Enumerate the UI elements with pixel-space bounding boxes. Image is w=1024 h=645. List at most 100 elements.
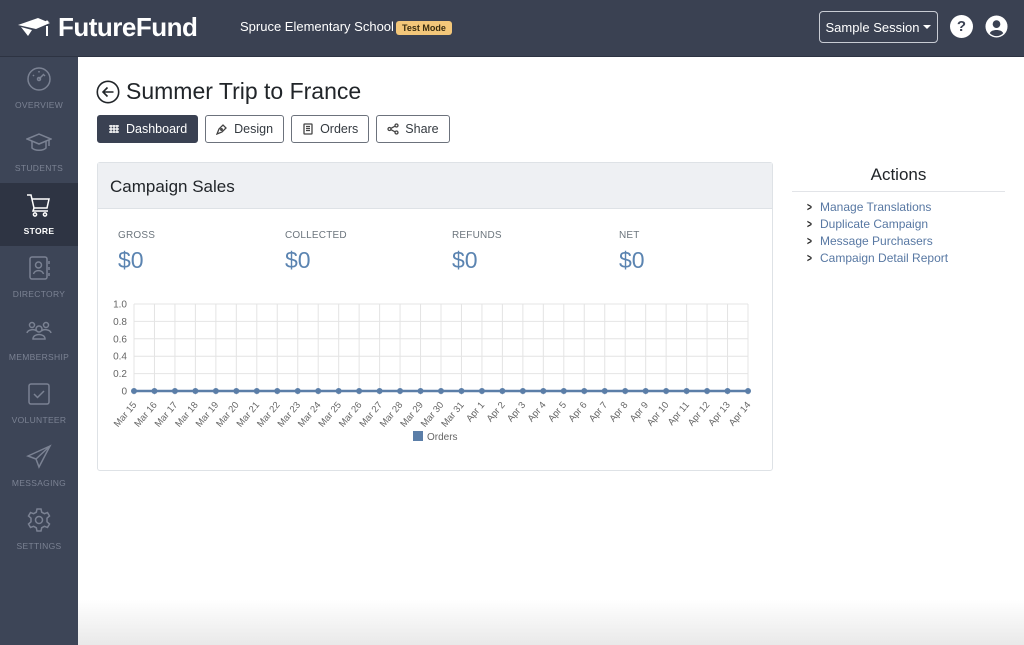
data-point bbox=[356, 388, 363, 394]
legend-swatch bbox=[413, 431, 423, 441]
page-header: Summer Trip to France bbox=[96, 78, 361, 105]
share-nodes-icon bbox=[387, 123, 399, 135]
chevron-right-icon: > bbox=[807, 217, 812, 231]
help-icon[interactable]: ? bbox=[950, 15, 973, 38]
chevron-right-icon: > bbox=[807, 200, 812, 214]
campaign-sales-card: Campaign Sales GROSS $0 COLLECTED $0 REF… bbox=[97, 162, 773, 471]
tab-dashboard[interactable]: Dashboard bbox=[97, 115, 199, 143]
stat-refunds: REFUNDS $0 bbox=[452, 230, 502, 273]
message-purchasers-link[interactable]: Message Purchasers bbox=[820, 233, 933, 250]
actions-title: Actions bbox=[792, 165, 1005, 192]
data-point bbox=[417, 388, 424, 394]
receipt-icon bbox=[303, 123, 313, 135]
page-title: Summer Trip to France bbox=[126, 78, 362, 104]
data-point bbox=[642, 388, 649, 394]
x-tick-label: Apr 14 bbox=[727, 400, 753, 429]
x-tick-label: Apr 3 bbox=[505, 400, 528, 424]
data-point bbox=[131, 388, 137, 394]
manage-translations-link[interactable]: Manage Translations bbox=[820, 199, 931, 216]
sidebar-item-volunteer[interactable]: VOLUNTEER bbox=[0, 372, 78, 435]
sidebar-item-students[interactable]: STUDENTS bbox=[0, 120, 78, 183]
paper-plane-icon bbox=[26, 444, 52, 469]
data-point bbox=[151, 388, 158, 394]
top-navbar: FutureFund Spruce Elementary School Test… bbox=[0, 0, 1024, 57]
session-dropdown-button[interactable]: Sample Session bbox=[819, 11, 938, 43]
data-point bbox=[171, 388, 178, 394]
brand-logo[interactable]: FutureFund bbox=[16, 12, 198, 43]
y-tick-label: 0.2 bbox=[113, 369, 127, 380]
stat-gross: GROSS $0 bbox=[118, 230, 156, 273]
campaign-detail-report-link[interactable]: Campaign Detail Report bbox=[820, 250, 948, 267]
tab-orders[interactable]: Orders bbox=[291, 115, 370, 143]
data-point bbox=[560, 388, 567, 394]
group-icon bbox=[26, 321, 52, 340]
data-point bbox=[294, 388, 301, 394]
action-item: > Message Purchasers bbox=[806, 233, 1005, 250]
stat-net: NET $0 bbox=[619, 230, 645, 273]
action-item: > Campaign Detail Report bbox=[806, 250, 1005, 267]
x-tick-label: Apr 1 bbox=[464, 400, 487, 424]
x-tick-label: Mar 31 bbox=[439, 400, 466, 430]
brand-name: FutureFund bbox=[58, 12, 198, 42]
x-tick-label: Apr 8 bbox=[607, 400, 630, 424]
data-point bbox=[212, 388, 219, 394]
x-tick-label: Apr 7 bbox=[587, 400, 610, 424]
legend-label: Orders bbox=[427, 432, 458, 443]
cart-icon bbox=[27, 194, 50, 217]
orders-line-chart: 00.20.40.60.81.0Mar 15Mar 16Mar 17Mar 18… bbox=[112, 300, 753, 444]
user-account-icon[interactable] bbox=[985, 15, 1008, 38]
x-tick-label: Apr 4 bbox=[526, 400, 549, 424]
data-point bbox=[274, 388, 281, 394]
sidebar-item-store[interactable]: STORE bbox=[0, 183, 78, 246]
data-point bbox=[499, 388, 506, 394]
test-mode-badge: Test Mode bbox=[396, 21, 452, 35]
data-point bbox=[335, 388, 342, 394]
sidebar-item-membership[interactable]: MEMBERSHIP bbox=[0, 309, 78, 372]
data-point bbox=[581, 388, 588, 394]
session-label: Sample Session bbox=[825, 19, 920, 35]
campaign-tabs: Dashboard Design Orders Share bbox=[97, 115, 457, 143]
action-item: > Manage Translations bbox=[806, 199, 1005, 216]
actions-panel: Actions > Manage Translations > Duplicate … bbox=[792, 165, 1005, 267]
sidebar-item-settings[interactable]: SETTINGS bbox=[0, 498, 78, 561]
pen-nib-icon bbox=[216, 124, 228, 135]
caret-down-icon bbox=[923, 25, 932, 29]
card-title: Campaign Sales bbox=[98, 163, 772, 209]
graduation-cap-logo-icon bbox=[18, 17, 50, 38]
data-point bbox=[397, 388, 404, 394]
stat-collected: COLLECTED $0 bbox=[285, 230, 347, 273]
sidebar: OVERVIEW STUDENTS STORE DIRECTORY MEMBER… bbox=[0, 57, 78, 645]
x-tick-label: Apr 5 bbox=[546, 400, 569, 424]
chevron-right-icon: > bbox=[807, 251, 812, 265]
data-point bbox=[478, 388, 485, 394]
contact-book-icon bbox=[29, 256, 50, 280]
tab-share[interactable]: Share bbox=[376, 115, 450, 143]
checkbox-icon bbox=[28, 383, 50, 405]
y-tick-label: 0.6 bbox=[113, 334, 127, 345]
sidebar-item-directory[interactable]: DIRECTORY bbox=[0, 246, 78, 309]
sidebar-item-messaging[interactable]: MESSAGING bbox=[0, 435, 78, 498]
data-point bbox=[601, 388, 608, 394]
bottom-shadow bbox=[78, 600, 1024, 645]
school-name: Spruce Elementary School bbox=[240, 19, 394, 34]
data-point bbox=[724, 388, 731, 394]
data-point bbox=[622, 388, 629, 394]
data-point bbox=[253, 388, 260, 394]
duplicate-campaign-link[interactable]: Duplicate Campaign bbox=[820, 216, 928, 233]
y-tick-label: 0.8 bbox=[113, 317, 127, 328]
actions-list: > Manage Translations > Duplicate Campaign… bbox=[792, 199, 1005, 267]
data-point bbox=[438, 388, 444, 394]
data-point bbox=[192, 388, 199, 394]
x-tick-label: Apr 6 bbox=[567, 400, 590, 424]
tab-design[interactable]: Design bbox=[205, 115, 285, 143]
back-arrow-icon[interactable] bbox=[96, 80, 120, 104]
gear-icon bbox=[27, 508, 51, 532]
sidebar-item-overview[interactable]: OVERVIEW bbox=[0, 57, 78, 120]
grid-dots-icon bbox=[109, 125, 119, 133]
data-point bbox=[683, 388, 690, 394]
chevron-right-icon: > bbox=[807, 234, 812, 248]
data-point bbox=[519, 388, 526, 394]
x-tick-label: Apr 10 bbox=[645, 400, 671, 429]
data-point bbox=[376, 388, 383, 394]
x-tick-label: Apr 2 bbox=[485, 400, 508, 424]
